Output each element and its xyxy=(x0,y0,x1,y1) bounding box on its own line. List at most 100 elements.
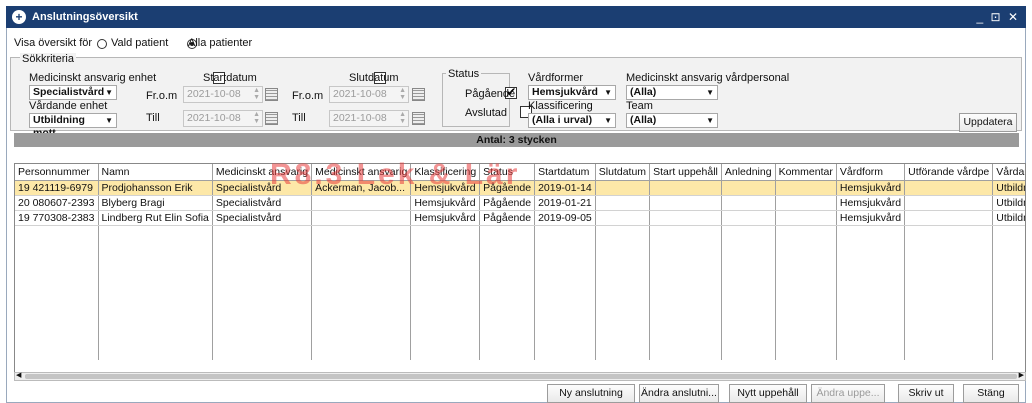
table-cell: 19 770308-2383 xyxy=(15,210,99,226)
table-cell: Ackerman, Jacob... xyxy=(311,180,412,196)
end-date-label: Slutdatum xyxy=(349,72,399,84)
column-header[interactable]: Vårdform xyxy=(836,164,906,181)
table-cell xyxy=(721,210,776,226)
staff-select[interactable]: (Alla) ▼ xyxy=(626,85,718,100)
table-cell: Pågående xyxy=(479,180,536,196)
print-button[interactable]: Skriv ut xyxy=(898,384,954,403)
start-from-input[interactable]: 2021-10-08 ▲ ▼ xyxy=(183,86,263,103)
table-cell xyxy=(904,180,994,196)
column-header[interactable]: Medicinskt ansvarig xyxy=(212,164,313,181)
column-header[interactable]: Vårdande enhet xyxy=(992,164,1025,181)
table-cell: 20 080607-2393 xyxy=(15,195,99,211)
table-cell xyxy=(721,180,776,196)
empty-row xyxy=(15,225,1025,240)
column-header[interactable]: Namn xyxy=(98,164,213,181)
table-cell xyxy=(649,210,722,226)
table-cell: Hemsjukvård xyxy=(836,195,906,211)
table-cell xyxy=(595,195,651,211)
column-header[interactable]: Kommentar xyxy=(775,164,837,181)
calendar-icon[interactable] xyxy=(412,88,425,101)
classification-select[interactable]: (Alla i urval) ▼ xyxy=(528,113,616,128)
column-header[interactable]: Klassificering xyxy=(410,164,481,181)
table-cell: 19 421119-6979 xyxy=(15,180,99,196)
care-unit-select[interactable]: Utbildning mott...▼ xyxy=(29,113,117,139)
radio-selected-patient-label[interactable]: Vald patient xyxy=(111,37,168,49)
table-row[interactable]: 19 770308-2383 Lindberg Rut Elin Sofia Spe… xyxy=(15,210,1025,226)
column-header[interactable]: Medicinskt ansvarig xyxy=(311,164,412,181)
table-cell: Utbildning mottagning xyxy=(992,180,1025,196)
column-header[interactable]: Start uppehåll xyxy=(649,164,722,181)
column-header[interactable]: Startdatum xyxy=(534,164,596,181)
unit-label: Medicinskt ansvarig enhet xyxy=(29,72,157,84)
column-header[interactable]: Anledning xyxy=(721,164,776,181)
radio-all-patients-label[interactable]: Alla patienter xyxy=(188,37,252,49)
table-cell xyxy=(721,195,776,211)
end-from-label: Fr.o.m xyxy=(292,90,324,102)
app-logo-icon: + xyxy=(12,10,26,24)
table-cell: Pågående xyxy=(479,210,536,226)
table-cell xyxy=(311,195,412,211)
table-cell: Lindberg Rut Elin Sofia xyxy=(98,210,213,226)
table-row[interactable]: 19 421119-6979 Prodjohansson Erik Speciali… xyxy=(15,180,1025,196)
table-cell: Blyberg Bragi xyxy=(98,195,213,211)
classification-label: Klassificering xyxy=(528,100,593,112)
table-cell: Specialistvård xyxy=(212,210,313,226)
column-header[interactable]: Personnummer xyxy=(15,164,99,181)
empty-row xyxy=(15,330,1025,345)
scrollbar-thumb[interactable] xyxy=(25,374,1017,379)
start-date-label: Startdatum xyxy=(203,72,257,84)
table-cell: 2019-09-05 xyxy=(534,210,596,226)
count-bar: Antal: 3 stycken xyxy=(14,133,1019,147)
unit-select[interactable]: Specialistvård ▼ xyxy=(29,85,117,100)
connections-table: Personnummer Namn Medicinskt ansvarig Medic… xyxy=(14,163,1026,373)
scroll-left-icon[interactable]: ◀ xyxy=(16,371,21,379)
table-cell: Utbildning mottagning xyxy=(992,195,1025,211)
table-cell xyxy=(904,210,994,226)
title-bar: + Anslutningsöversikt _ ⊡ ✕ xyxy=(6,6,1026,28)
table-cell xyxy=(595,180,651,196)
column-header[interactable]: Utförande vårdpe xyxy=(904,164,994,181)
team-label: Team xyxy=(626,100,653,112)
close-button[interactable]: Stäng xyxy=(963,384,1019,403)
staff-label: Medicinskt ansvarig vårdpersonal xyxy=(626,72,790,84)
table-cell xyxy=(595,210,651,226)
new-pause-button[interactable]: Nytt uppehåll xyxy=(729,384,807,403)
care-forms-label: Vårdformer xyxy=(528,72,584,84)
end-from-input[interactable]: 2021-10-08 ▲ ▼ xyxy=(329,86,409,103)
table-cell xyxy=(775,180,837,196)
column-header[interactable]: Slutdatum xyxy=(595,164,651,181)
calendar-icon[interactable] xyxy=(265,88,278,101)
status-ongoing-label: Pågående xyxy=(465,88,516,100)
scroll-right-icon[interactable]: ▶ xyxy=(1019,371,1024,379)
new-connection-button[interactable]: Ny anslutning xyxy=(547,384,635,403)
empty-row xyxy=(15,240,1025,255)
calendar-icon[interactable] xyxy=(265,112,278,125)
column-header[interactable]: Status xyxy=(479,164,536,181)
table-cell: Specialistvård xyxy=(212,195,313,211)
calendar-icon[interactable] xyxy=(412,112,425,125)
table-cell: Prodjohansson Erik xyxy=(98,180,213,196)
view-label: Visa översikt för xyxy=(14,37,93,49)
table-cell: 2019-01-21 xyxy=(534,195,596,211)
start-to-input[interactable]: 2021-10-08 ▲ ▼ xyxy=(183,110,263,127)
horizontal-scrollbar[interactable]: ◀ ▶ xyxy=(14,372,1026,381)
table-cell xyxy=(649,195,722,211)
update-button[interactable]: Uppdatera xyxy=(959,113,1017,132)
status-closed-label: Avslutad xyxy=(465,107,507,119)
window-controls[interactable]: _ ⊡ ✕ xyxy=(977,10,1020,24)
start-to-label: Till xyxy=(146,112,160,124)
empty-row xyxy=(15,345,1025,360)
search-criteria-legend: Sökkriteria xyxy=(20,53,76,65)
care-forms-select[interactable]: Hemsjukvård ▼ xyxy=(528,85,616,100)
empty-row xyxy=(15,285,1025,300)
change-connection-button[interactable]: Ändra anslutni... xyxy=(639,384,719,403)
table-cell: Specialistvård xyxy=(212,180,313,196)
window-title: Anslutningsöversikt xyxy=(32,11,138,23)
change-pause-button[interactable]: Ändra uppe... xyxy=(811,384,885,403)
table-row[interactable]: 20 080607-2393 Blyberg Bragi Specialistvår… xyxy=(15,195,1025,211)
team-select[interactable]: (Alla) ▼ xyxy=(626,113,718,128)
end-to-input[interactable]: 2021-10-08 ▲ ▼ xyxy=(329,110,409,127)
table-cell: Hemsjukvård xyxy=(410,210,481,226)
empty-row xyxy=(15,270,1025,285)
table-cell: 2019-01-14 xyxy=(534,180,596,196)
